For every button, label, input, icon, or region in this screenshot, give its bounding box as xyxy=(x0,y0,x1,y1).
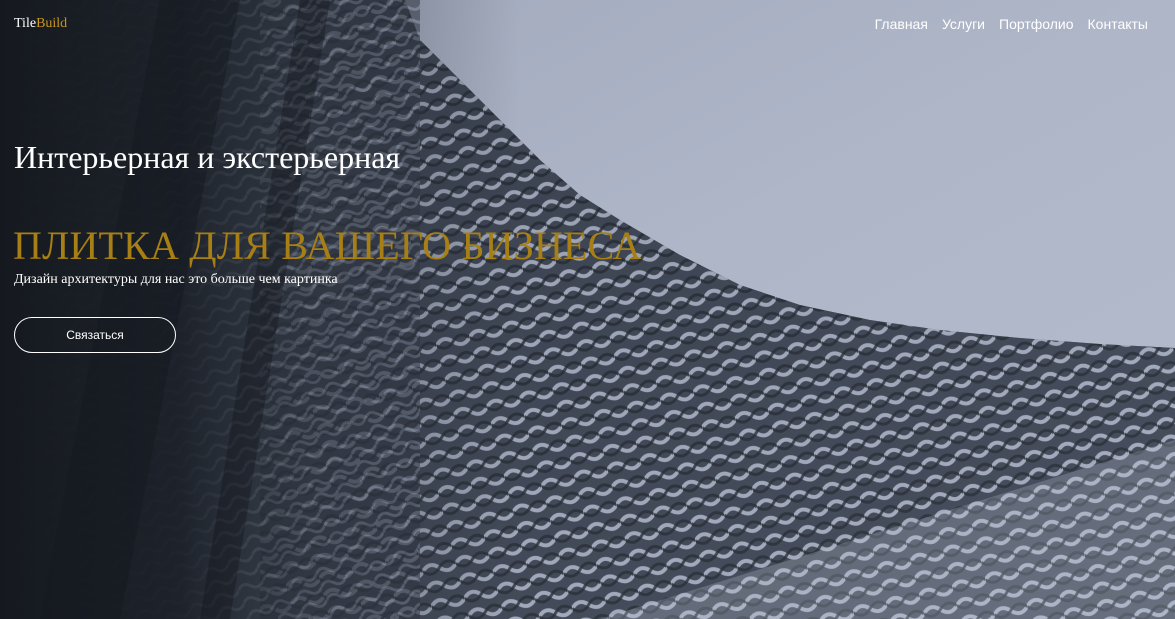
logo-link[interactable]: TileBuild xyxy=(14,16,67,32)
nav-link-portfolio[interactable]: Портфолио xyxy=(999,16,1074,32)
navbar: TileBuild Главная Услуги Портфолио Конта… xyxy=(0,0,1175,50)
architecture-background-image xyxy=(0,0,1175,619)
nav-link-home[interactable]: Главная xyxy=(875,16,928,32)
logo-text-build: Build xyxy=(36,16,68,31)
hero-accent-title: ПЛИТКА ДЛЯ ВАШЕГО БИЗНЕСА xyxy=(13,223,642,268)
nav-link-contacts[interactable]: Контакты xyxy=(1088,16,1148,32)
hero-subtitle: Дизайн архитектуры для нас это больше че… xyxy=(14,272,338,287)
nav-link-services[interactable]: Услуги xyxy=(942,16,985,32)
hero-section: TileBuild Главная Услуги Портфолио Конта… xyxy=(0,0,1175,619)
hero-headline: Интерьерная и экстерьерная xyxy=(14,139,401,175)
nav-links: Главная Услуги Портфолио Контакты xyxy=(875,16,1148,32)
logo-text-tile: Tile xyxy=(14,16,37,31)
contact-button[interactable]: Связаться xyxy=(14,317,176,353)
